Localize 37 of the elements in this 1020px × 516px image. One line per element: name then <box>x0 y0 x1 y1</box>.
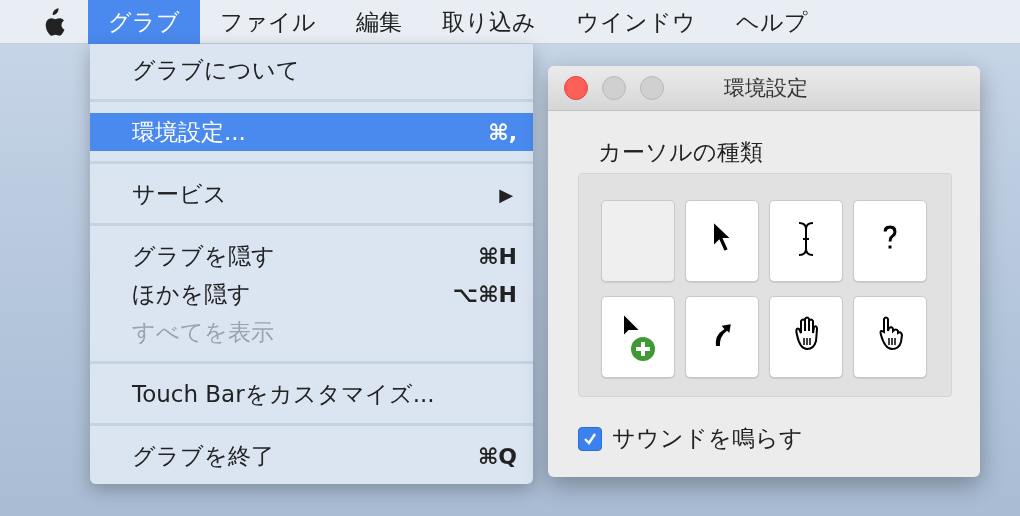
submenu-arrow: ▶ <box>499 183 513 205</box>
menu-item-label: ほかを隠す <box>132 279 252 309</box>
menu-item-label: グラブを隠す <box>132 241 276 271</box>
close-button[interactable] <box>564 76 588 100</box>
menu-item-label: グラブについて <box>132 55 301 85</box>
cursor-tile[interactable] <box>601 200 675 282</box>
shortcut-text: ⌥⌘H <box>452 281 517 307</box>
menu-item-label: 環境設定... <box>132 117 247 147</box>
cursor-tile[interactable] <box>769 296 843 378</box>
cursor-tile[interactable] <box>685 296 759 378</box>
cursor-tile[interactable] <box>853 296 927 378</box>
checkbox-label: サウンドを鳴らす <box>612 424 803 453</box>
menu-item[interactable]: ほかを隠す ⌥⌘H <box>90 275 533 313</box>
cursor-tile[interactable] <box>853 200 927 282</box>
menu-item-label: すべてを表示 <box>132 317 275 347</box>
menu-item[interactable]: サービス ▶ <box>90 175 533 213</box>
menu-item[interactable]: Touch Barをカスタマイズ... <box>90 375 533 413</box>
menu-item[interactable]: グラブについて <box>90 51 533 89</box>
shortcut-text: ⌘H <box>478 243 517 269</box>
checkbox[interactable] <box>578 426 602 451</box>
menu-item-label: グラブを終了 <box>132 441 275 471</box>
menu-item[interactable]: グラブを終了 ⌘Q <box>90 437 533 475</box>
cursor-tile[interactable] <box>685 200 759 282</box>
shortcut-text: ⌘Q <box>477 443 517 469</box>
menu-item-label: サービス <box>132 179 228 209</box>
menu-item[interactable]: グラブを隠す ⌘H <box>90 237 533 275</box>
cursor-tile[interactable] <box>769 200 843 282</box>
menu-bar-item[interactable]: ヘルプ <box>716 0 828 44</box>
cursor-tile[interactable] <box>601 296 675 378</box>
menu-bar-item[interactable]: 編集 <box>336 0 422 44</box>
menu-bar-item[interactable]: 取り込み <box>422 0 556 44</box>
shortcut-text: ⌘, <box>488 119 517 145</box>
menu-item-label: Touch Barをカスタマイズ... <box>132 379 436 409</box>
section-title: カーソルの種類 <box>598 138 764 167</box>
menu-bar-item[interactable]: ウインドウ <box>556 0 716 44</box>
menu-bar-item[interactable]: ファイル <box>200 0 336 44</box>
window-title: 環境設定 <box>724 75 808 102</box>
